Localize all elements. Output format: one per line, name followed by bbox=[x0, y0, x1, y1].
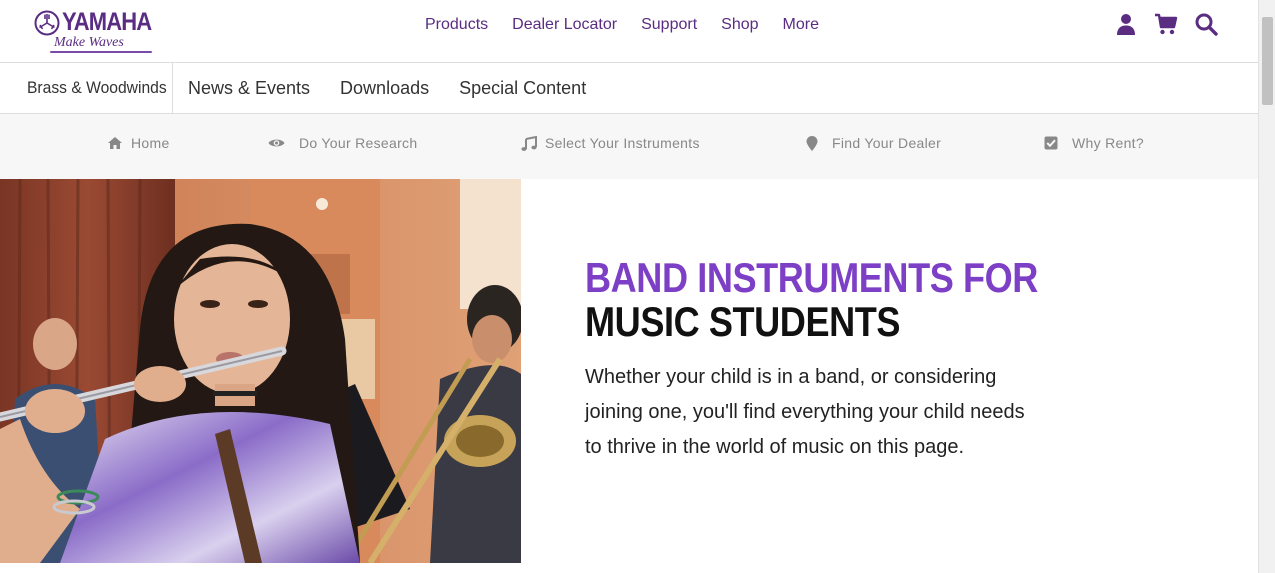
logo-swoosh bbox=[50, 51, 152, 53]
map-pin-icon bbox=[806, 135, 818, 151]
step-research-label: Do Your Research bbox=[299, 135, 418, 151]
music-note-icon bbox=[521, 135, 537, 151]
nav-support[interactable]: Support bbox=[641, 14, 697, 38]
search-icon[interactable] bbox=[1194, 12, 1218, 36]
logo-wordmark: YAMAHA bbox=[62, 8, 152, 36]
logo-tagline: Make Waves bbox=[54, 35, 124, 50]
nav-shop[interactable]: Shop bbox=[721, 14, 758, 38]
subnav-special-content[interactable]: Special Content bbox=[459, 78, 586, 99]
step-home-label: Home bbox=[131, 135, 170, 151]
hero-title-main: MUSIC STUDENTS bbox=[585, 298, 901, 345]
section-subnav: Brass & Woodwinds News & Events Download… bbox=[0, 63, 1258, 114]
section-links: News & Events Downloads Special Content bbox=[173, 63, 601, 113]
primary-nav: Products Dealer Locator Support Shop Mor… bbox=[413, 14, 831, 38]
section-title: Brass & Woodwinds bbox=[27, 78, 167, 97]
utility-icons bbox=[1114, 12, 1234, 36]
step-find-dealer-label: Find Your Dealer bbox=[832, 135, 942, 151]
page-scrollbar[interactable] bbox=[1258, 0, 1275, 573]
yamaha-logo[interactable]: YAMAHA Make Waves bbox=[34, 7, 154, 55]
step-research[interactable]: Do Your Research bbox=[268, 114, 417, 172]
hero-photo-illustration bbox=[0, 179, 521, 563]
eye-icon bbox=[268, 139, 285, 147]
student-playing-flute-photo bbox=[0, 179, 521, 563]
user-icon[interactable] bbox=[1114, 12, 1138, 36]
hero-title: BAND INSTRUMENTS FOR MUSIC STUDENTS bbox=[585, 256, 1041, 344]
step-select-instruments-label: Select Your Instruments bbox=[545, 135, 700, 151]
hero-content: BAND INSTRUMENTS FOR MUSIC STUDENTS Whet… bbox=[585, 256, 1045, 465]
cart-icon[interactable] bbox=[1154, 12, 1178, 36]
hero-description: Whether your child is in a band, or cons… bbox=[585, 366, 1025, 458]
subnav-downloads[interactable]: Downloads bbox=[340, 78, 429, 99]
step-why-rent-label: Why Rent? bbox=[1072, 135, 1144, 151]
check-square-icon bbox=[1044, 136, 1058, 150]
hero-title-accent: BAND INSTRUMENTS FOR bbox=[585, 254, 1038, 301]
nav-products[interactable]: Products bbox=[425, 14, 488, 38]
home-icon bbox=[108, 137, 122, 149]
subnav-news-events[interactable]: News & Events bbox=[188, 78, 310, 99]
nav-more[interactable]: More bbox=[783, 14, 819, 38]
tuning-forks-emblem-icon bbox=[34, 10, 60, 36]
step-why-rent[interactable]: Why Rent? bbox=[1044, 114, 1144, 172]
step-select-instruments[interactable]: Select Your Instruments bbox=[521, 114, 700, 172]
journey-steps-bar: Home Do Your Research Select Your Instru… bbox=[0, 114, 1258, 179]
step-home[interactable]: Home bbox=[107, 114, 170, 172]
step-find-dealer[interactable]: Find Your Dealer bbox=[806, 114, 941, 172]
nav-dealer-locator[interactable]: Dealer Locator bbox=[512, 14, 617, 38]
site-header: YAMAHA Make Waves Products Dealer Locato… bbox=[0, 0, 1258, 63]
scrollbar-thumb[interactable] bbox=[1262, 17, 1273, 105]
section-title-link[interactable]: Brass & Woodwinds bbox=[0, 63, 173, 113]
